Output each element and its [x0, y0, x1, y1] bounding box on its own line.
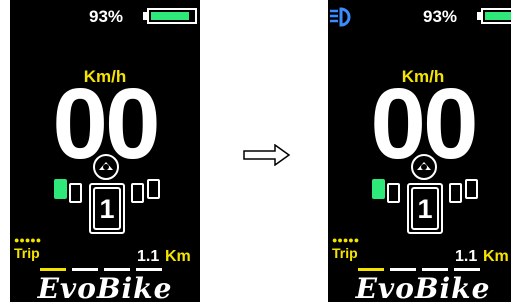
display-screen-after: 93% Km/h 00 1 ●●●●● Trip 1.1 Km EvoBike — [328, 0, 511, 302]
page-indicator-bar — [422, 268, 448, 271]
distance-unit: Km — [483, 248, 509, 265]
battery-percent: 93% — [89, 7, 124, 26]
page-indicator-bar — [72, 268, 98, 271]
trip-dots: ●●●●● — [14, 235, 42, 245]
page-indicator-bar — [40, 268, 66, 271]
battery-fill — [151, 12, 189, 20]
assist-level-cell — [147, 179, 160, 199]
walk-assist-icon — [93, 154, 119, 180]
trip-dots: ●●●●● — [332, 235, 360, 245]
gear-box: 1 — [411, 187, 439, 230]
display-screen-before: 93% Km/h 00 1 ●●●●● Trip 1.1 Km EvoBike — [10, 0, 200, 302]
page-indicator-bar — [104, 268, 130, 271]
battery-fill — [485, 12, 511, 20]
trip-label: Trip — [332, 245, 358, 261]
assist-level-cell — [54, 179, 67, 199]
battery-icon — [481, 8, 511, 24]
assist-level-cell — [131, 183, 144, 203]
battery-percent: 93% — [423, 7, 458, 26]
right-arrow-icon — [243, 144, 291, 166]
assist-level-cell — [465, 179, 478, 199]
assist-level-cell — [387, 183, 400, 203]
assist-level-cell — [372, 179, 385, 199]
page-indicator-bar — [454, 268, 480, 271]
brand-logo: EvoBike — [37, 272, 173, 302]
gear-number: 1 — [417, 194, 433, 224]
distance-value: 1.1 — [455, 248, 478, 265]
page-indicator-bar — [390, 268, 416, 271]
gear-number: 1 — [99, 194, 115, 224]
brand-logo: EvoBike — [355, 272, 491, 302]
assist-level-cell — [449, 183, 462, 203]
gear-box: 1 — [93, 187, 121, 230]
trip-label: Trip — [14, 245, 40, 261]
walk-assist-icon — [411, 154, 437, 180]
page-indicator-bar — [358, 268, 384, 271]
distance-unit: Km — [165, 248, 191, 265]
headlight-icon — [330, 7, 351, 27]
distance-value: 1.1 — [137, 248, 160, 265]
assist-level-cell — [69, 183, 82, 203]
battery-icon — [147, 8, 197, 24]
page-indicator-bar — [136, 268, 162, 271]
